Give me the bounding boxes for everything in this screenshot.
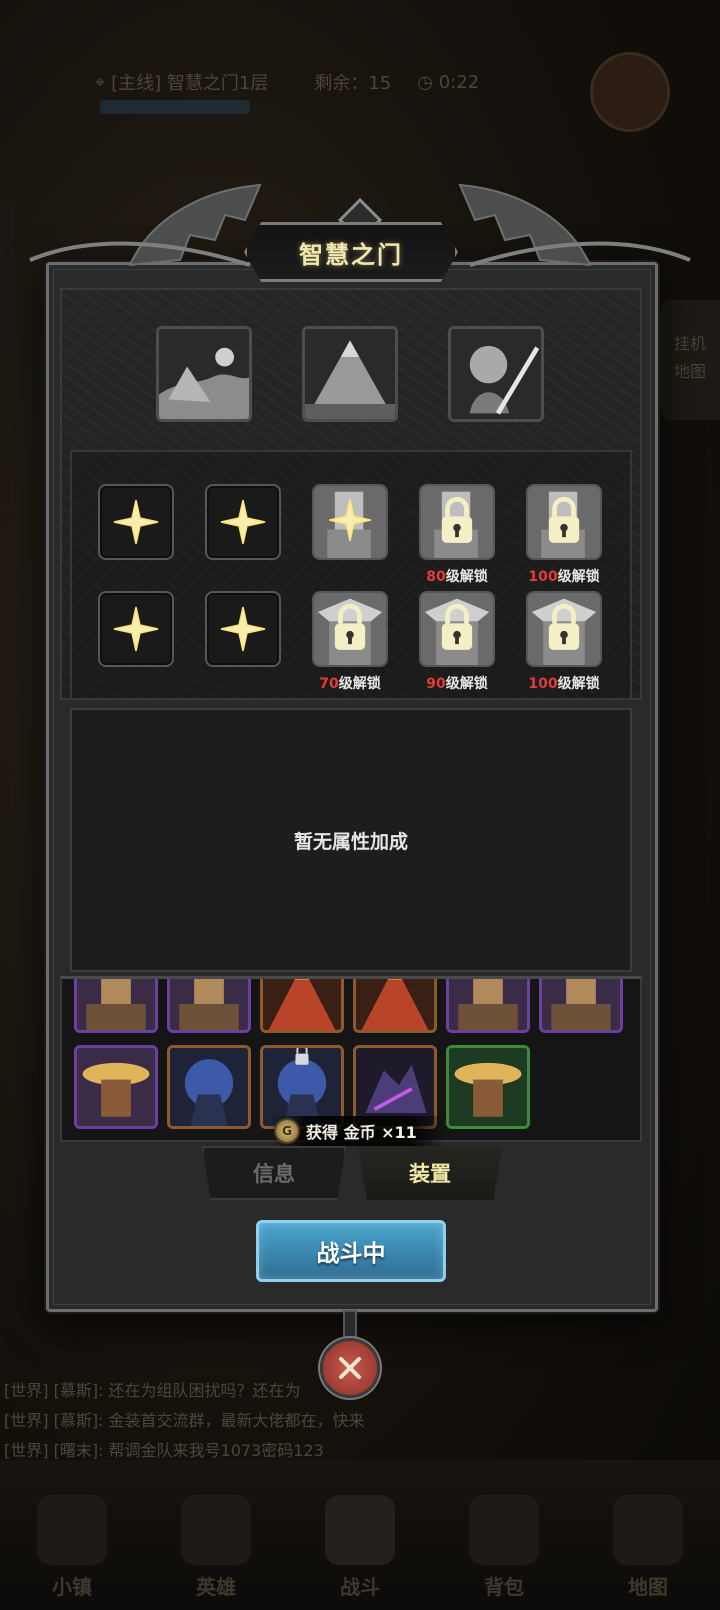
nav-town[interactable]: 小镇	[0, 1460, 144, 1610]
chat-line: [世界] [慕斯]: 金装首交流群，最新大佬都在，快来	[4, 1411, 365, 1430]
sparkle-cross-icon	[113, 606, 159, 652]
hero-icon	[181, 1495, 251, 1565]
unlock-requirement: 100级解锁	[528, 676, 600, 692]
map-label: 地图	[673, 362, 706, 381]
purple-crystal-icon	[356, 1048, 434, 1126]
nav-battle[interactable]: 战斗	[288, 1460, 432, 1610]
dialog-title: 智慧之门	[299, 240, 403, 269]
equip-slot-locked[interactable]	[419, 484, 495, 560]
padlock-icon	[314, 593, 386, 665]
blue-armor-lock-icon	[263, 1048, 341, 1126]
device-item-strawhat[interactable]	[74, 1045, 158, 1129]
bottom-navigation: 小镇 英雄 战斗 背包 地图	[0, 1460, 720, 1610]
clock-icon: ◷	[417, 71, 433, 93]
remaining-counter: 剩余：15	[314, 69, 391, 95]
idle-label: 挂机	[673, 334, 706, 353]
player-avatar	[590, 52, 670, 132]
device-item-armor[interactable]	[167, 1045, 251, 1129]
nav-bag[interactable]: 背包	[432, 1460, 576, 1610]
equip-slot-empty[interactable]	[205, 484, 281, 560]
stage-header: ⌖ [主线] 智慧之门1层 剩余：15 ◷ 0:22	[95, 62, 615, 102]
device-item-scarecrow[interactable]	[167, 979, 251, 1033]
remaining-label: 剩余：	[314, 73, 369, 94]
sparkle-cross-icon	[220, 499, 266, 545]
swords-icon	[325, 1495, 395, 1565]
unlock-requirement: 90级解锁	[426, 676, 488, 692]
camp-scene-icon	[159, 329, 249, 419]
remaining-value: 15	[368, 73, 392, 94]
volcano-icon	[263, 979, 341, 1030]
world-chat: [世界] [慕斯]: 还在为组队困扰吗？还在为 [世界] [慕斯]: 金装首交流…	[4, 1376, 644, 1466]
blue-armor-icon	[170, 1048, 248, 1126]
device-item-strawhat-green[interactable]	[446, 1045, 530, 1129]
volcano-icon	[356, 979, 434, 1030]
equip-slot-empty[interactable]	[98, 591, 174, 667]
sparkle-cross-icon	[220, 606, 266, 652]
tab-equip[interactable]: 装置	[358, 1146, 502, 1200]
close-button[interactable]	[320, 1338, 380, 1398]
equip-slot-scarecrow[interactable]	[312, 484, 388, 560]
location-pin-icon: ⌖	[95, 71, 106, 93]
equip-slot-locked[interactable]	[526, 591, 602, 667]
right-side-panel: 挂机 地图	[660, 300, 720, 420]
nav-heroes[interactable]: 英雄	[144, 1460, 288, 1610]
volcano-scene-icon	[305, 329, 395, 419]
equip-slot-empty[interactable]	[205, 591, 281, 667]
padlock-icon	[421, 486, 493, 558]
scarecrow-sparkle-icon	[314, 486, 386, 558]
equip-slot-empty[interactable]	[98, 484, 174, 560]
scarecrow-icon	[542, 979, 620, 1030]
sparkle-cross-icon	[113, 499, 159, 545]
close-icon	[339, 1357, 361, 1379]
map-icon	[613, 1495, 683, 1565]
close-chain-deco	[343, 1310, 357, 1340]
unlock-requirement: 80级解锁	[426, 569, 488, 585]
scarecrow-icon	[170, 979, 248, 1030]
gold-coin-icon: G	[274, 1118, 300, 1144]
nav-map[interactable]: 地图	[576, 1460, 720, 1610]
bag-icon	[469, 1495, 539, 1565]
scarecrow-icon	[449, 979, 527, 1030]
boss-tile-demon[interactable]	[448, 326, 544, 422]
device-item-scarecrow[interactable]	[539, 979, 623, 1033]
location-label: ⌖ [主线] 智慧之门1层	[95, 71, 269, 95]
padlock-icon	[421, 593, 493, 665]
padlock-icon	[528, 593, 600, 665]
boss-tile-camp[interactable]	[156, 326, 252, 422]
reward-toast: G 获得 金币 ×11	[270, 1116, 446, 1146]
town-icon	[37, 1495, 107, 1565]
device-item-scarecrow[interactable]	[74, 979, 158, 1033]
reward-text: 获得 金币 ×11	[306, 1123, 417, 1142]
straw-hat-icon	[449, 1048, 527, 1126]
equip-slot-locked[interactable]	[312, 591, 388, 667]
tab-info[interactable]: 信息	[202, 1146, 346, 1200]
device-item-volcano[interactable]	[260, 979, 344, 1033]
unlock-requirement: 70级解锁	[319, 676, 381, 692]
timer: ◷ 0:22	[417, 71, 480, 93]
attribute-bonus-panel: 暂无属性加成	[70, 708, 632, 972]
unlock-requirement: 100级解锁	[528, 569, 600, 585]
scarecrow-icon	[77, 979, 155, 1030]
demon-boss-icon	[451, 329, 541, 419]
device-item-volcano[interactable]	[353, 979, 437, 1033]
fighting-button[interactable]: 战斗中	[256, 1220, 446, 1282]
padlock-icon	[528, 486, 600, 558]
stage-progress-bar	[100, 100, 250, 114]
equip-slot-locked[interactable]	[419, 591, 495, 667]
attribute-empty-text: 暂无属性加成	[293, 830, 408, 853]
equip-slot-locked[interactable]	[526, 484, 602, 560]
straw-hat-icon	[77, 1048, 155, 1126]
boss-tile-volcano[interactable]	[302, 326, 398, 422]
dialog-title-plate: 智慧之门	[244, 222, 458, 282]
device-item-scarecrow[interactable]	[446, 979, 530, 1033]
